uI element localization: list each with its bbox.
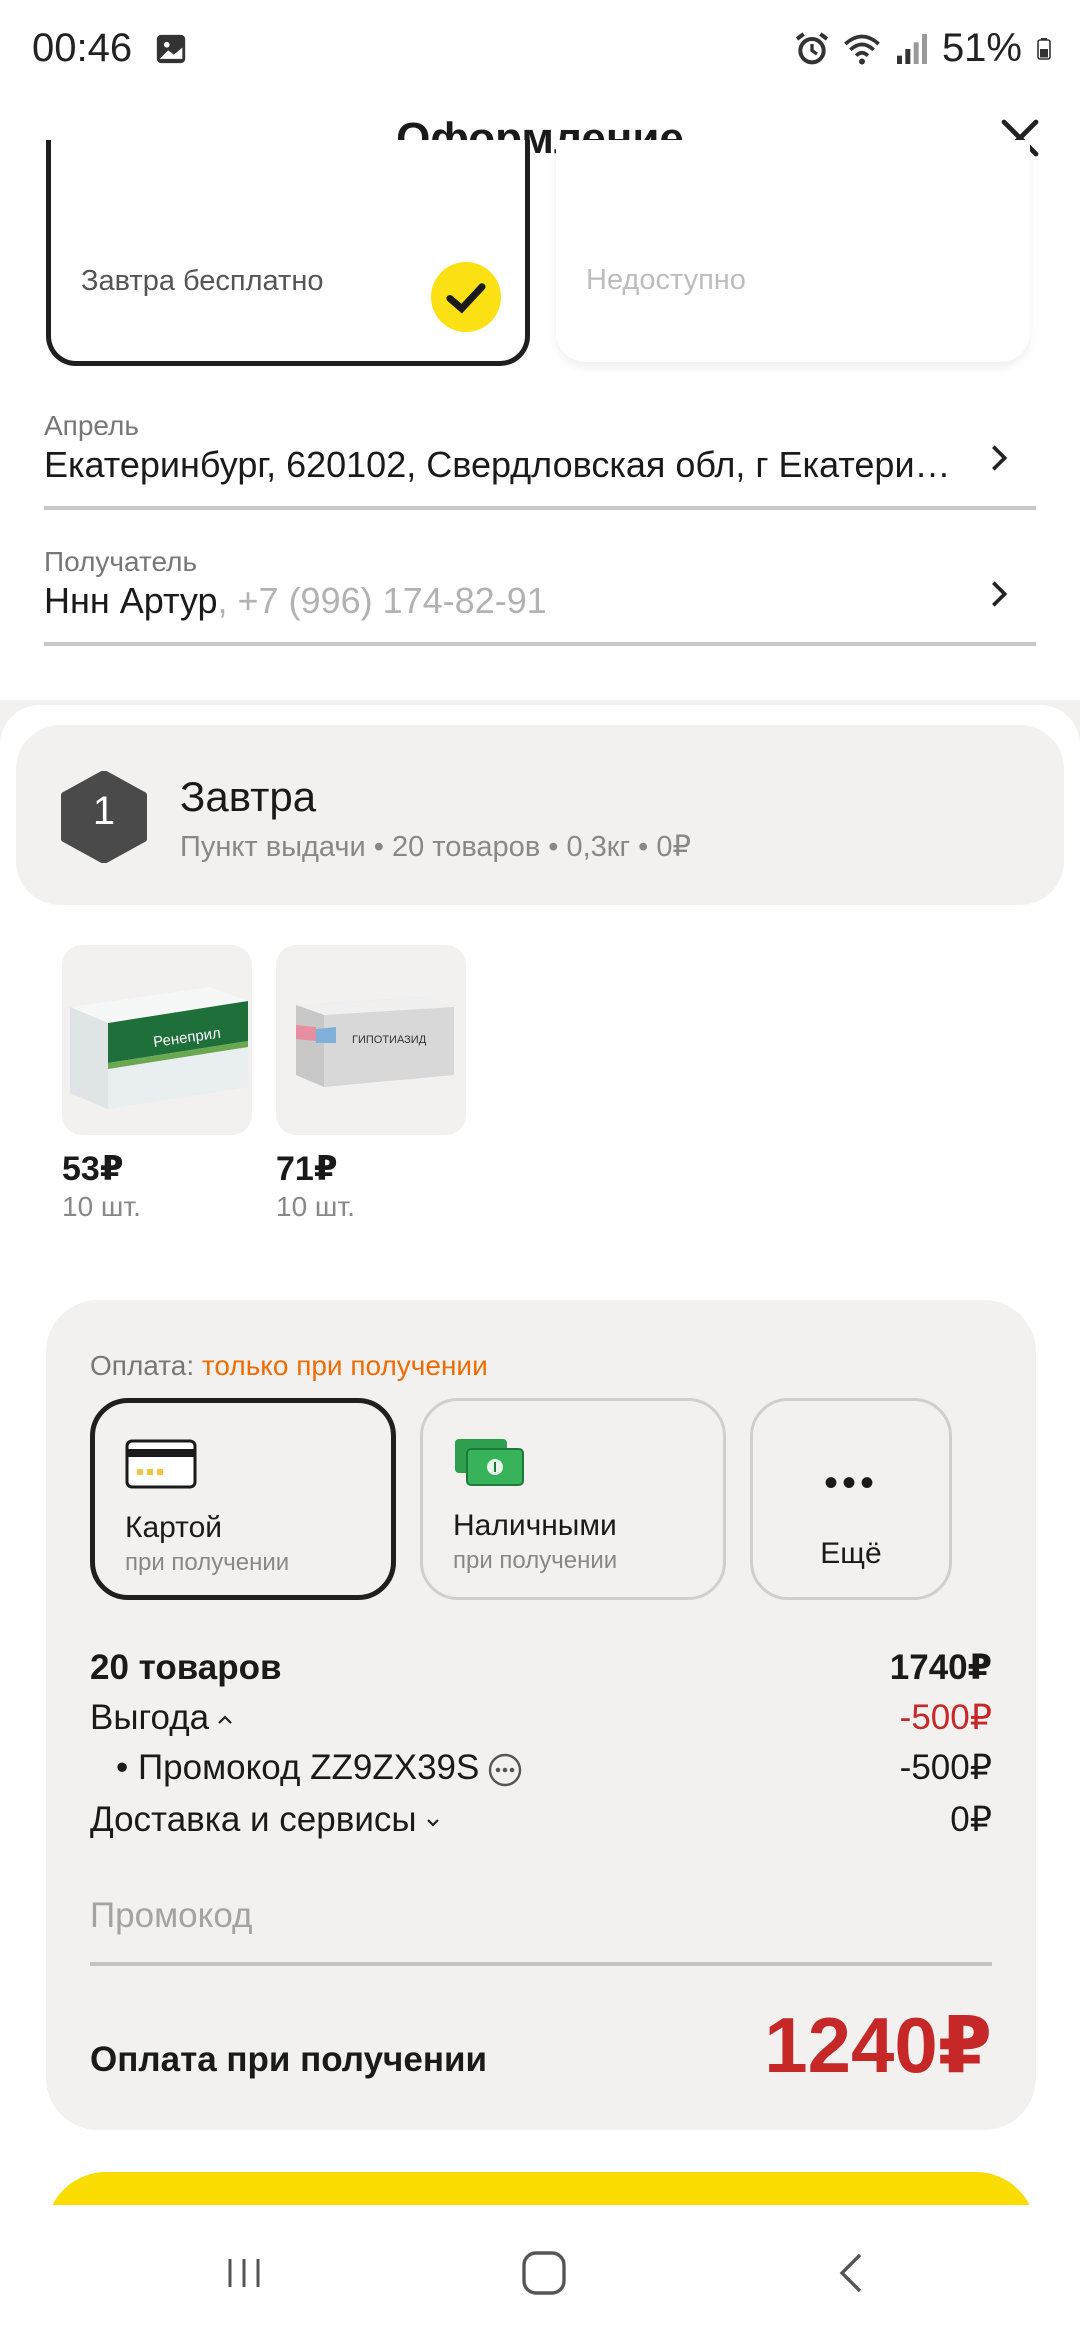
alarm-icon <box>795 31 829 64</box>
address-value: Екатеринбург, 620102, Свердловская обл, … <box>44 444 951 485</box>
payment-label: Оплата: только при получении <box>90 1350 488 1382</box>
summary-promo-text: • Промокод ZZ9ZX39S <box>116 1748 480 1787</box>
recipient-phone: , +7 (996) 174-82-91 <box>217 580 547 621</box>
summary-delivery-value: 0₽ <box>950 1800 992 1839</box>
summary-delivery-text: Доставка и сервисы <box>90 1800 417 1839</box>
delivery-section: Завтра бесплатно Недоступно Апрель Екате… <box>0 140 1080 700</box>
summary-items-value: 1740₽ <box>889 1648 992 1687</box>
summary-benefit-label: Выгода <box>90 1698 235 1738</box>
payment-option-card[interactable]: Картой при получении <box>90 1398 396 1600</box>
shipment-section: 1 Завтра Пункт выдачи • 20 товаров • 0,3… <box>0 705 1080 2235</box>
summary-delivery-row[interactable]: Доставка и сервисы 0₽ <box>90 1800 992 1846</box>
shipment-number: 1 <box>92 789 116 833</box>
payment-option-title: Ещё <box>820 1537 882 1570</box>
delivery-option-label: Недоступно <box>586 264 746 296</box>
summary-items-row: 20 товаров 1740₽ <box>90 1648 992 1694</box>
battery-percent: 51% <box>941 26 1022 70</box>
chevron-down-icon <box>426 1818 439 1827</box>
product-image-label: ГИПОТИАЗИД <box>352 1034 427 1046</box>
more-circle-icon[interactable] <box>487 1752 523 1788</box>
chevron-up-icon <box>218 1715 232 1724</box>
payment-option-cash[interactable]: Наличными при получении <box>420 1398 726 1600</box>
status-time: 00:46 <box>32 26 133 70</box>
payment-option-sub: при получении <box>125 1549 290 1576</box>
status-bar: 00:46 51% <box>0 0 1080 100</box>
shipment-title: Завтра <box>180 773 317 820</box>
recipient-caption: Получатель <box>44 546 198 577</box>
product-card[interactable]: ГИПОТИАЗИД 71₽ 10 шт. <box>276 945 466 1223</box>
address-row[interactable]: Апрель Екатеринбург, 620102, Свердловска… <box>44 410 1036 510</box>
payment-option-title: Картой <box>125 1511 223 1544</box>
product-card[interactable]: Ренеприл 53₽ 10 шт. <box>62 945 252 1223</box>
payment-card: Оплата: только при получении Картой при … <box>46 1300 1036 2130</box>
address-caption: Апрель <box>44 410 139 441</box>
recipient-row[interactable]: Получатель Ннн Артур, +7 (996) 174-82-91 <box>44 546 1036 646</box>
product-image: ГИПОТИАЗИД <box>276 945 466 1135</box>
shipment-subtitle: Пункт выдачи • 20 товаров • 0,3кг • 0₽ <box>180 831 691 863</box>
summary-items-label: 20 товаров <box>90 1648 282 1687</box>
total-value: 1240₽ <box>764 2001 992 2089</box>
product-image: Ренеприл <box>62 945 252 1135</box>
system-nav-bar <box>0 2205 1080 2340</box>
payment-option-sub: при получении <box>453 1547 618 1574</box>
summary-benefit-value: -500₽ <box>899 1698 992 1737</box>
selected-check-icon <box>431 262 501 332</box>
payment-label-text: Оплата: <box>90 1350 195 1381</box>
promo-input[interactable] <box>90 1896 992 1936</box>
delivery-option-tomorrow[interactable]: Завтра бесплатно <box>46 140 530 366</box>
recent-apps-icon[interactable] <box>214 2243 274 2303</box>
battery-icon <box>1037 37 1051 60</box>
product-qty: 10 шт. <box>276 1191 355 1222</box>
status-right: 51% <box>792 26 1056 71</box>
delivery-option-label: Завтра бесплатно <box>81 265 324 297</box>
summary-promo-value: -500₽ <box>899 1748 992 1787</box>
signal-icon <box>896 33 927 64</box>
recipient-value: Ннн Артур, +7 (996) 174-82-91 <box>44 580 964 622</box>
cash-icon <box>455 1439 524 1486</box>
home-icon[interactable] <box>514 2243 574 2303</box>
back-icon[interactable] <box>822 2243 882 2303</box>
gallery-notification-icon <box>156 34 186 64</box>
promo-field[interactable] <box>90 1896 992 1966</box>
product-price: 53₽ <box>62 1150 124 1188</box>
chevron-right-icon <box>992 581 1008 607</box>
wifi-icon <box>844 34 880 64</box>
payment-label-accent: только при получении <box>201 1350 488 1381</box>
credit-card-icon <box>125 1439 197 1489</box>
payment-option-title: Наличными <box>453 1509 617 1542</box>
summary-benefit-row[interactable]: Выгода -500₽ <box>90 1698 992 1744</box>
recipient-name: Ннн Артур <box>44 580 218 621</box>
summary-benefit-text: Выгода <box>90 1698 210 1737</box>
summary-promo-label: • Промокод ZZ9ZX39S <box>116 1748 523 1788</box>
summary-promo-row: • Промокод ZZ9ZX39S -500₽ <box>90 1748 992 1794</box>
more-dots-icon: ••• <box>823 1461 878 1505</box>
payment-option-more[interactable]: ••• Ещё <box>750 1398 952 1600</box>
product-price: 71₽ <box>276 1150 338 1188</box>
shipment-header: 1 Завтра Пункт выдачи • 20 товаров • 0,3… <box>16 725 1064 905</box>
product-qty: 10 шт. <box>62 1191 141 1222</box>
total-label: Оплата при получении <box>90 2040 487 2079</box>
summary-delivery-label: Доставка и сервисы <box>90 1800 443 1840</box>
chevron-right-icon <box>992 445 1008 471</box>
delivery-option-unavailable: Недоступно <box>556 140 1030 362</box>
